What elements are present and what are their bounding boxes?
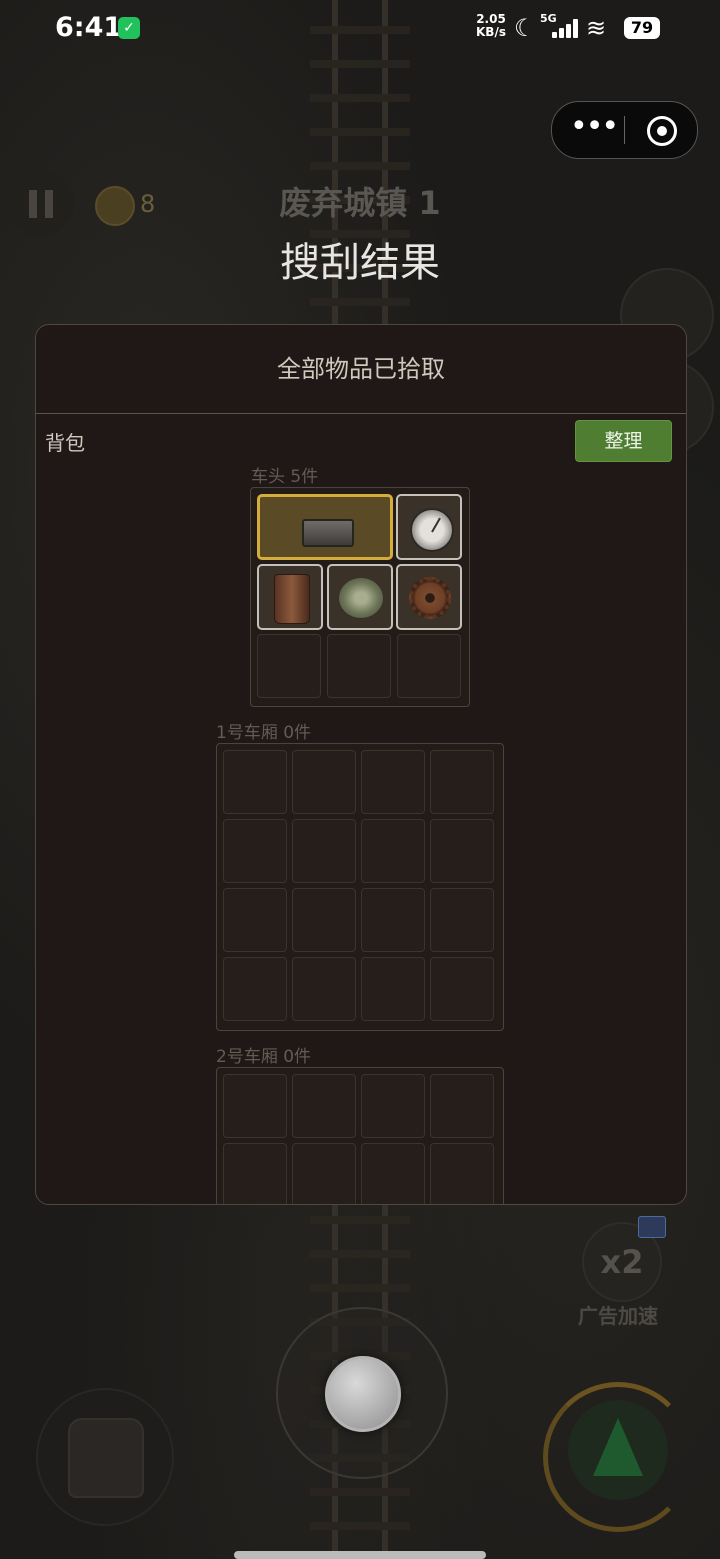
panel-header: 全部物品已拾取 xyxy=(36,325,686,414)
close-miniprogram-icon[interactable] xyxy=(647,116,677,146)
clock: 6:41 xyxy=(55,12,123,43)
video-ad-icon xyxy=(638,1216,666,1238)
empty-slot[interactable] xyxy=(223,819,287,883)
backpack-icon xyxy=(68,1418,144,1498)
empty-slot[interactable] xyxy=(430,1143,494,1204)
empty-slot[interactable] xyxy=(361,888,425,952)
signal-bars-icon xyxy=(552,18,580,38)
section-label-car-2: 2号车厢 0件 xyxy=(216,1047,312,1067)
empty-slot[interactable] xyxy=(361,1074,425,1138)
battery-level: 79 xyxy=(624,17,660,39)
loot-item-slot-selected[interactable] xyxy=(257,494,393,560)
empty-slot[interactable] xyxy=(397,634,461,698)
loot-item-slot[interactable] xyxy=(257,564,323,630)
empty-slot[interactable] xyxy=(361,819,425,883)
gauge-icon xyxy=(410,508,454,552)
car-1-grid xyxy=(216,743,504,1031)
empty-slot[interactable] xyxy=(292,888,356,952)
empty-slot[interactable] xyxy=(223,750,287,814)
empty-slot[interactable] xyxy=(223,957,287,1021)
empty-slot[interactable] xyxy=(430,819,494,883)
security-shield-icon: ✓ xyxy=(118,17,140,39)
capsule-divider xyxy=(624,116,625,144)
empty-slot[interactable] xyxy=(292,957,356,1021)
empty-slot[interactable] xyxy=(327,634,391,698)
miniprogram-capsule: ••• xyxy=(551,101,698,159)
empty-slot[interactable] xyxy=(430,750,494,814)
section-label-head: 车头 5件 xyxy=(251,467,319,487)
do-not-disturb-icon: ☾ xyxy=(514,14,536,42)
empty-slot[interactable] xyxy=(223,888,287,952)
section-label-car-1: 1号车厢 0件 xyxy=(216,723,312,743)
sort-button[interactable]: 整理 xyxy=(575,420,672,462)
empty-slot[interactable] xyxy=(292,750,356,814)
network-speed: 2.05 KB/s xyxy=(476,13,506,39)
loot-panel: 全部物品已拾取 背包 整理 车头 5件 1号车厢 0件 2号车厢 0件 xyxy=(35,324,687,1205)
backpack-label: 背包 xyxy=(45,431,85,455)
more-options-icon[interactable]: ••• xyxy=(570,112,619,146)
car-2-grid xyxy=(216,1067,504,1204)
home-indicator[interactable] xyxy=(234,1551,486,1559)
status-bar: 6:41 ✓ 2.05 KB/s ☾ 5G ≋ 79 xyxy=(0,0,720,58)
loot-result-title: 搜刮结果 xyxy=(280,240,440,286)
empty-slot[interactable] xyxy=(430,957,494,1021)
head-car-grid xyxy=(250,487,470,707)
backpack-button[interactable] xyxy=(36,1388,174,1526)
empty-slot[interactable] xyxy=(223,1143,287,1204)
metal-plate-icon xyxy=(302,519,354,547)
empty-slot[interactable] xyxy=(223,1074,287,1138)
network-speed-unit: KB/s xyxy=(476,25,506,39)
wifi-icon: ≋ xyxy=(586,14,607,42)
gear-icon xyxy=(409,577,451,619)
loot-item-slot[interactable] xyxy=(327,564,393,630)
empty-slot[interactable] xyxy=(292,1074,356,1138)
empty-slot[interactable] xyxy=(257,634,321,698)
empty-slot[interactable] xyxy=(361,1143,425,1204)
joystick-handle[interactable] xyxy=(325,1356,401,1432)
loot-item-slot[interactable] xyxy=(396,494,462,560)
empty-slot[interactable] xyxy=(292,1143,356,1204)
empty-slot[interactable] xyxy=(292,819,356,883)
rusty-can-icon xyxy=(274,574,310,624)
loot-item-slot[interactable] xyxy=(396,564,462,630)
empty-slot[interactable] xyxy=(430,1074,494,1138)
tree-icon xyxy=(593,1418,643,1476)
empty-slot[interactable] xyxy=(361,750,425,814)
empty-slot[interactable] xyxy=(430,888,494,952)
level-title: 废弃城镇 1 xyxy=(279,184,441,222)
empty-slot[interactable] xyxy=(361,957,425,1021)
ad-speed-label: 广告加速 xyxy=(578,1304,658,1328)
cabbage-icon xyxy=(339,578,383,618)
